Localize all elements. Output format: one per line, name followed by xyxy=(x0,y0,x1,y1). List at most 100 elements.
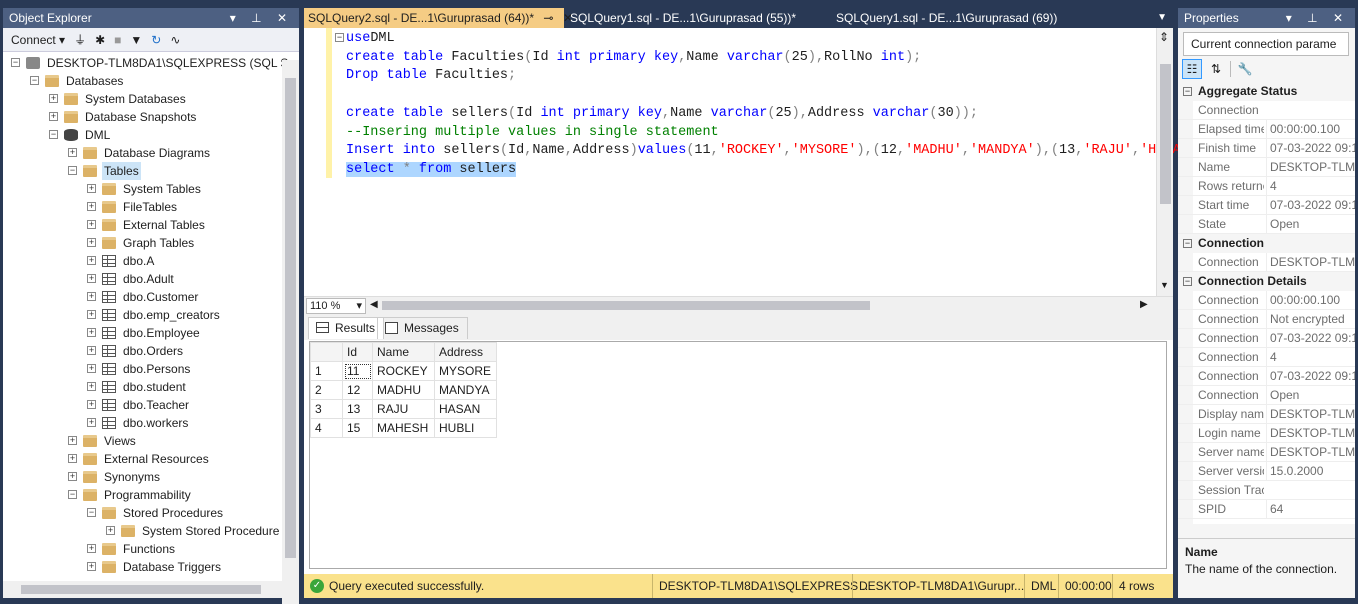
expand-icon[interactable]: + xyxy=(68,472,77,481)
tree-node[interactable]: + dbo.Orders xyxy=(3,342,283,360)
activity-monitor-icon[interactable]: ∿ xyxy=(170,33,180,47)
tree-node[interactable]: + dbo.Customer xyxy=(3,288,283,306)
expand-icon[interactable]: + xyxy=(87,418,96,427)
grid-cell[interactable]: MAHESH xyxy=(372,418,435,438)
expand-icon[interactable]: + xyxy=(87,202,96,211)
property-row[interactable]: State Open xyxy=(1178,215,1355,234)
results-grid[interactable]: Id Name Address 1 11 ROCKEY MYSORE 2 12 MADHU MAND… xyxy=(309,341,1167,569)
collapse-icon[interactable]: − xyxy=(1183,239,1192,248)
editor-horizontal-scrollbar[interactable] xyxy=(382,301,870,310)
property-category[interactable]: − Aggregate Status xyxy=(1178,82,1355,101)
collapse-region-icon[interactable]: − xyxy=(335,33,344,42)
expand-icon[interactable]: + xyxy=(87,382,96,391)
editor-vertical-scrollbar[interactable]: ⇕ ▼ xyxy=(1156,28,1173,296)
refresh-icon[interactable]: ↻ xyxy=(151,33,161,47)
grid-cell[interactable]: HUBLI xyxy=(434,418,497,438)
tree-node[interactable]: − DML xyxy=(3,126,283,144)
zoom-level-select[interactable]: 110 % ▾ xyxy=(306,298,366,314)
property-pages-icon[interactable]: 🔧 xyxy=(1235,59,1255,79)
property-row[interactable]: Finish time 07-03-2022 09:12 xyxy=(1178,139,1355,158)
property-category[interactable]: − Connection xyxy=(1178,234,1355,253)
grid-cell[interactable]: 15 xyxy=(342,418,373,438)
tree-node[interactable]: − DESKTOP-TLM8DA1\SQLEXPRESS (SQL Serv xyxy=(3,54,299,72)
properties-object-select[interactable]: Current connection parame xyxy=(1183,32,1349,56)
expand-icon[interactable]: + xyxy=(87,274,96,283)
grid-cell[interactable]: ROCKEY xyxy=(372,361,435,381)
property-row[interactable]: Login name DESKTOP-TLM8D xyxy=(1178,424,1355,443)
property-row[interactable]: SPID 64 xyxy=(1178,500,1355,519)
expand-icon[interactable]: + xyxy=(68,436,77,445)
tree-node[interactable]: + External Resources xyxy=(3,450,283,468)
collapse-icon[interactable]: − xyxy=(68,166,77,175)
grid-column-header[interactable]: Address xyxy=(434,342,497,362)
expand-icon[interactable]: + xyxy=(49,112,58,121)
expand-icon[interactable]: + xyxy=(87,292,96,301)
collapse-icon[interactable]: − xyxy=(49,130,58,139)
scroll-right-icon[interactable]: ▶ xyxy=(1140,299,1148,310)
grid-corner[interactable] xyxy=(310,342,343,362)
tree-node[interactable]: + External Tables xyxy=(3,216,283,234)
tree-node[interactable]: + dbo.Employee xyxy=(3,324,283,342)
tab-messages[interactable]: Messages xyxy=(377,317,468,339)
table-row[interactable]: 3 13 RAJU HASAN xyxy=(310,399,497,419)
expand-icon[interactable]: + xyxy=(87,310,96,319)
expand-icon[interactable]: + xyxy=(49,94,58,103)
expand-icon[interactable]: + xyxy=(87,184,96,193)
tab-query-2[interactable]: SQLQuery1.sql - DE...1\Guruprasad (55))* xyxy=(566,8,828,28)
tree-node[interactable]: + dbo.Adult xyxy=(3,270,283,288)
expand-icon[interactable]: + xyxy=(87,346,96,355)
alphabetical-icon[interactable]: ⇅ xyxy=(1206,59,1226,79)
tree-node[interactable]: + FileTables xyxy=(3,198,283,216)
grid-cell[interactable]: MYSORE xyxy=(434,361,497,381)
grid-cell[interactable]: MADHU xyxy=(372,380,435,400)
tree-node[interactable]: − Programmability xyxy=(3,486,283,504)
expand-icon[interactable]: + xyxy=(87,562,96,571)
property-row[interactable]: Name DESKTOP-TLM8D xyxy=(1178,158,1355,177)
property-row[interactable]: Connection 07-03-2022 09:12 xyxy=(1178,367,1355,386)
row-number[interactable]: 2 xyxy=(310,380,343,400)
tab-results[interactable]: Results xyxy=(308,317,385,339)
tree-node[interactable]: + dbo.emp_creators xyxy=(3,306,283,324)
tree-node[interactable]: + dbo.student xyxy=(3,378,283,396)
grid-cell[interactable]: HASAN xyxy=(434,399,497,419)
row-number[interactable]: 3 xyxy=(310,399,343,419)
panel-window-controls[interactable]: ▾ ⊥ ✕ xyxy=(230,8,293,28)
grid-cell[interactable]: 13 xyxy=(342,399,373,419)
connect-plug-icon[interactable]: ⏚ xyxy=(74,31,86,48)
property-row[interactable]: Elapsed time 00:00:00.100 xyxy=(1178,120,1355,139)
row-number[interactable]: 4 xyxy=(310,418,343,438)
grid-column-header[interactable]: Name xyxy=(372,342,435,362)
sql-code-editor[interactable]: − useDML create table Faculties(Id int pr… xyxy=(304,28,1181,296)
panel-window-controls[interactable]: ▾ ⊥ ✕ xyxy=(1286,8,1349,28)
expand-icon[interactable]: + xyxy=(87,220,96,229)
expand-icon[interactable]: + xyxy=(106,526,115,535)
expand-icon[interactable]: + xyxy=(68,148,77,157)
tab-query-3[interactable]: SQLQuery1.sql - DE...1\Guruprasad (69)) xyxy=(832,8,1092,28)
tree-horizontal-scrollbar[interactable] xyxy=(3,581,282,598)
property-row[interactable]: Start time 07-03-2022 09:12 xyxy=(1178,196,1355,215)
tree-node[interactable]: + System Tables xyxy=(3,180,283,198)
expand-icon[interactable]: + xyxy=(87,256,96,265)
expand-icon[interactable]: + xyxy=(87,328,96,337)
grid-cell[interactable]: MANDYA xyxy=(434,380,497,400)
property-row[interactable]: Connection Open xyxy=(1178,386,1355,405)
property-row[interactable]: Connection 00:00:00.100 xyxy=(1178,291,1355,310)
property-row[interactable]: Display nameDESKTOP-TLM8D xyxy=(1178,405,1355,424)
tree-node[interactable]: + Functions xyxy=(3,540,283,558)
expand-icon[interactable]: + xyxy=(87,544,96,553)
property-row[interactable]: Server version15.0.2000 xyxy=(1178,462,1355,481)
tree-node[interactable]: − Tables xyxy=(3,162,283,180)
tree-node[interactable]: + dbo.Teacher xyxy=(3,396,283,414)
tree-node[interactable]: + System Databases xyxy=(3,90,283,108)
collapse-icon[interactable]: − xyxy=(1183,277,1192,286)
collapse-icon[interactable]: − xyxy=(11,58,20,67)
grid-column-header[interactable]: Id xyxy=(342,342,373,362)
collapse-icon[interactable]: − xyxy=(1183,87,1192,96)
tab-query-1[interactable]: SQLQuery2.sql - DE...1\Guruprasad (64))*… xyxy=(304,8,573,28)
tree-node[interactable]: + dbo.Persons xyxy=(3,360,283,378)
expand-icon[interactable]: + xyxy=(68,454,77,463)
property-row[interactable]: Connection Not encrypted xyxy=(1178,310,1355,329)
expand-icon[interactable]: + xyxy=(87,400,96,409)
tree-node[interactable]: + Graph Tables xyxy=(3,234,283,252)
tree-node[interactable]: − Stored Procedures xyxy=(3,504,283,522)
